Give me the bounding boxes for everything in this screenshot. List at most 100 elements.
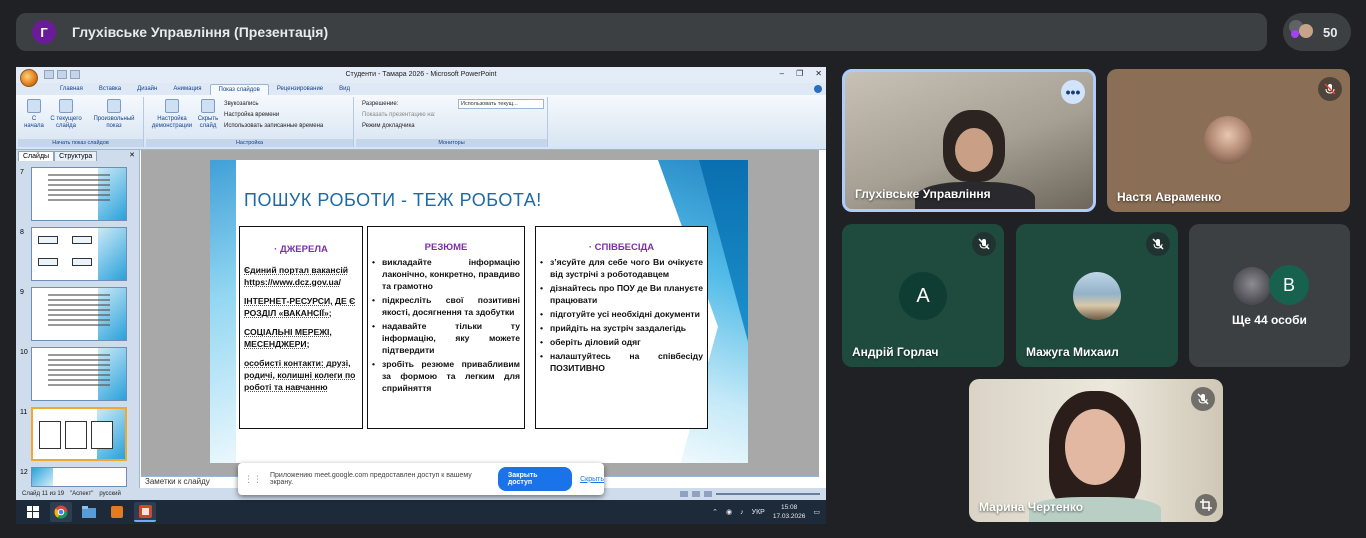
slide-thumbnail[interactable]: 12 xyxy=(18,467,130,487)
windows-start-icon[interactable] xyxy=(22,502,44,522)
column-item: підготуйте усі необхідні документи xyxy=(540,308,703,320)
resume-column: РЕЗЮМЕ викладайте інформацію лаконічно, … xyxy=(367,226,525,429)
chrome-icon[interactable] xyxy=(50,502,72,522)
language-status: русский xyxy=(99,491,121,497)
column-item: прийдіть на зустріч заздалегідь xyxy=(540,322,703,334)
screen-share-banner: ⋮⋮ Приложению meet.google.com предоставл… xyxy=(238,463,604,495)
tab-design[interactable]: Дизайн xyxy=(129,84,165,95)
column-heading: РЕЗЮМЕ xyxy=(424,242,468,253)
participants-count: 50 xyxy=(1323,24,1338,40)
tab-view[interactable]: Вид xyxy=(331,84,358,95)
sources-column: · ДЖЕРЕЛА Єдиний портал вакансій https:/… xyxy=(239,226,363,429)
resolution-select[interactable]: Использовать текущ... xyxy=(458,99,544,109)
participant-avatar: В xyxy=(1269,265,1309,305)
participant-tile[interactable]: Марина Чертенко xyxy=(969,379,1223,522)
ribbon-tabs: Главная Вставка Дизайн Анимация Показ сл… xyxy=(16,83,826,95)
file-explorer-icon[interactable] xyxy=(78,502,100,522)
close-icon[interactable]: ✕ xyxy=(815,69,822,78)
shared-screen: Студенти - Тамара 2026 - Microsoft Power… xyxy=(16,67,826,524)
participant-tile[interactable]: Настя Авраменко xyxy=(1107,69,1350,212)
column-item: з’ясуйте для себе чого Ви очікуєте від з… xyxy=(540,256,703,280)
drag-handle-icon[interactable]: ⋮⋮ xyxy=(244,474,262,485)
system-tray: ⌃ ◉ ♪ УКР 15:08 17.03.2026 ▭ xyxy=(712,503,820,521)
slide-thumbnail[interactable]: 8 xyxy=(18,227,130,281)
slide-thumbnail-selected[interactable]: 11 xyxy=(18,407,130,461)
column-heading: · СПІВБЕСІДА xyxy=(588,242,655,253)
participant-name: Андрій Горлач xyxy=(852,345,939,359)
ribbon: С начала С текущего слайда Произвольный … xyxy=(16,85,826,150)
notifications-icon[interactable]: ▭ xyxy=(813,508,820,516)
more-participants-tile[interactable]: В Ще 44 особи xyxy=(1189,224,1350,367)
participant-tile[interactable]: ••• Глухівське Управління xyxy=(842,69,1096,212)
tab-insert[interactable]: Вставка xyxy=(91,84,129,95)
record-narration-button[interactable]: Звукозапись xyxy=(224,101,258,107)
setup-show-button[interactable]: Настройка демонстрации xyxy=(150,99,194,130)
participant-tile[interactable]: Мажуга Михаил xyxy=(1016,224,1178,367)
use-timings-checkbox[interactable]: Использовать записанные времена xyxy=(224,123,323,129)
participant-tile[interactable]: А Андрій Горлач xyxy=(842,224,1004,367)
column-item: викладайте інформацію лаконічно, конкрет… xyxy=(372,256,520,292)
zoom-slider[interactable] xyxy=(680,490,820,498)
tray-up-arrow-icon[interactable]: ⌃ xyxy=(712,508,718,516)
hide-slide-button[interactable]: Скрыть слайд xyxy=(196,99,220,130)
mic-off-icon xyxy=(972,232,996,256)
current-slide[interactable]: ПОШУК РОБОТИ - ТЕЖ РОБОТА! · ДЖЕРЕЛА Єди… xyxy=(210,160,748,463)
tab-outline[interactable]: Структура xyxy=(54,151,98,161)
hide-slide-icon xyxy=(201,99,215,113)
column-item: надавайте тільки ту інформацію, яку може… xyxy=(372,320,520,356)
from-current-button[interactable]: С текущего слайда xyxy=(50,99,82,130)
stop-sharing-button[interactable]: Закрыть доступ xyxy=(497,467,573,491)
column-heading: · ДЖЕРЕЛА xyxy=(274,244,328,255)
more-options-icon[interactable]: ••• xyxy=(1061,80,1085,104)
slide-editor-area: ПОШУК РОБОТИ - ТЕЖ РОБОТА! · ДЖЕРЕЛА Єди… xyxy=(141,150,819,476)
volume-icon[interactable]: ♪ xyxy=(740,509,744,516)
crop-icon[interactable] xyxy=(1195,494,1217,516)
participants-button[interactable]: 50 xyxy=(1283,13,1351,51)
tab-review[interactable]: Рецензирование xyxy=(269,84,331,95)
more-participants-label: Ще 44 особи xyxy=(1232,313,1307,327)
column-item: ІНТЕРНЕТ-РЕСУРСИ, ДЕ Є РОЗДІЛ «ВАКАНСІЇ»… xyxy=(244,296,356,318)
ribbon-group-setup: Настройка демонстрации Скрыть слайд Звук… xyxy=(146,97,354,147)
slides-panel: Слайды Структура ✕ 7 8 9 10 11 12 xyxy=(16,150,140,488)
group-caption: Мониторы xyxy=(356,139,547,147)
tray-clock[interactable]: 15:08 17.03.2026 xyxy=(773,503,806,521)
help-icon[interactable] xyxy=(814,85,822,93)
slide-thumbnail[interactable]: 7 xyxy=(18,167,130,221)
tab-slideshow[interactable]: Показ слайдов xyxy=(209,84,269,95)
column-item: Єдиний портал вакансій https://www.dcz.g… xyxy=(244,265,349,287)
windows-taskbar: ⌃ ◉ ♪ УКР 15:08 17.03.2026 ▭ xyxy=(16,500,826,524)
tab-slides[interactable]: Слайды xyxy=(18,151,55,161)
network-icon[interactable]: ◉ xyxy=(726,508,732,516)
minimize-icon[interactable]: – xyxy=(780,69,784,78)
tab-animation[interactable]: Анимация xyxy=(165,84,209,95)
column-item: СОЦІАЛЬНІ МЕРЕЖІ, МЕСЕНДЖЕРИ; xyxy=(244,327,332,349)
interview-column: · СПІВБЕСІДА з’ясуйте для себе чого Ви о… xyxy=(535,226,708,429)
tab-home[interactable]: Главная xyxy=(52,84,91,95)
presenter-view-checkbox[interactable]: Режим докладчика xyxy=(362,123,415,129)
resolution-label: Разрешение: xyxy=(362,101,399,107)
from-start-button[interactable]: С начала xyxy=(22,99,46,130)
share-message: Приложению meet.google.com предоставлен … xyxy=(270,472,472,486)
custom-show-button[interactable]: Произвольный показ xyxy=(88,99,140,130)
column-item: оберіть діловий одяг xyxy=(540,336,703,348)
column-item: дізнайтесь про ПОУ де Ви плануєте працюв… xyxy=(540,282,703,306)
slide-title: ПОШУК РОБОТИ - ТЕЖ РОБОТА! xyxy=(244,190,542,210)
group-caption: Начать показ слайдов xyxy=(18,139,143,147)
powerpoint-taskbar-icon[interactable] xyxy=(134,502,156,522)
hide-banner-link[interactable]: Скрыть xyxy=(580,476,604,483)
presenter-avatar: Г xyxy=(32,20,56,44)
app-icon[interactable] xyxy=(106,502,128,522)
rehearse-timings-button[interactable]: Настройка времени xyxy=(224,112,279,118)
custom-show-icon xyxy=(107,99,121,113)
maximize-icon[interactable]: ❐ xyxy=(796,69,803,78)
ppt-title-bar: Студенти - Тамара 2026 - Microsoft Power… xyxy=(16,67,826,87)
ribbon-group-start: С начала С текущего слайда Произвольный … xyxy=(18,97,144,147)
participant-name: Глухівське Управління xyxy=(855,187,991,201)
slide-thumbnail[interactable]: 10 xyxy=(18,347,130,401)
slide-thumbnail[interactable]: 9 xyxy=(18,287,130,341)
participant-avatars-icon xyxy=(1289,20,1315,44)
office-button-icon[interactable] xyxy=(20,69,38,87)
close-panel-icon[interactable]: ✕ xyxy=(125,151,139,161)
participant-name: Настя Авраменко xyxy=(1117,190,1222,204)
language-indicator[interactable]: УКР xyxy=(752,509,765,516)
